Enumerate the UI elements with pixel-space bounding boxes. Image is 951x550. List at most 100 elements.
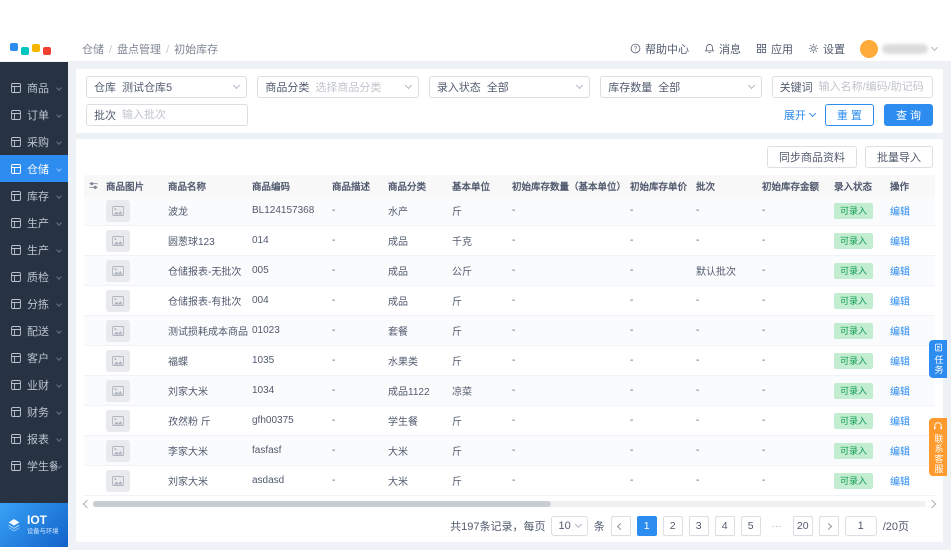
cell-category: 水果类: [388, 357, 418, 369]
edit-button[interactable]: 编辑: [890, 327, 910, 338]
page-button[interactable]: 3: [688, 516, 709, 537]
sidebar-item[interactable]: 财务: [0, 398, 68, 425]
cell-initial-price: -: [630, 415, 634, 427]
scrollbar-track[interactable]: [93, 500, 926, 507]
messages-button[interactable]: 消息: [704, 41, 741, 57]
prev-page-button[interactable]: [610, 516, 631, 537]
sidebar-item[interactable]: 商品: [0, 74, 68, 101]
edit-button[interactable]: 编辑: [890, 237, 910, 248]
sidebar-item[interactable]: 报表: [0, 425, 68, 452]
cell-initial-amount: -: [762, 385, 766, 397]
edit-button[interactable]: 编辑: [890, 417, 910, 428]
page-button[interactable]: ···: [767, 516, 787, 536]
cell-image: [106, 259, 168, 282]
edit-button[interactable]: 编辑: [890, 477, 910, 488]
sidebar-item[interactable]: 业财: [0, 371, 68, 398]
chevron-down-icon: [56, 327, 62, 334]
page-button[interactable]: 5: [740, 516, 761, 537]
app-window: 仓储 盘点管理 初始库存 ? 帮助中心 消息 应用 设置: [0, 0, 951, 550]
cell-initial-qty: -: [512, 265, 516, 277]
cell-image: [106, 289, 168, 312]
breadcrumb-item[interactable]: 盘点管理: [104, 41, 161, 57]
cell-description: -: [332, 445, 336, 457]
keyword-input[interactable]: [818, 81, 926, 93]
expand-filters-button[interactable]: 展开: [784, 107, 816, 123]
goto-page-input[interactable]: [844, 516, 877, 537]
cell-initial-qty: -: [512, 235, 516, 247]
sync-products-button[interactable]: 同步商品资料: [767, 146, 857, 168]
stock-qty-select[interactable]: 库存数量 全部: [600, 76, 762, 98]
picture-icon: [112, 355, 124, 366]
sidebar-item[interactable]: 生产: [0, 209, 68, 236]
batch-input[interactable]: [122, 109, 240, 121]
cell-entry-status: 可录入: [834, 202, 890, 219]
chevron-down-icon: [56, 219, 62, 226]
batch-import-button[interactable]: 批量导入: [865, 146, 933, 168]
edit-button[interactable]: 编辑: [890, 297, 910, 308]
cell-initial-price: -: [630, 265, 634, 277]
picture-icon: [112, 235, 124, 246]
user-menu[interactable]: [860, 39, 939, 58]
page-size-select[interactable]: 10: [551, 516, 588, 537]
sidebar-item[interactable]: 库存: [0, 182, 68, 209]
search-button[interactable]: 查 询: [883, 104, 933, 126]
column-settings-icon[interactable]: [84, 180, 106, 191]
gear-icon: [808, 43, 819, 54]
tasks-tab[interactable]: 任务: [929, 340, 947, 378]
sidebar-item[interactable]: 生产: [0, 236, 68, 263]
sidebar-item[interactable]: 分拣: [0, 290, 68, 317]
edit-button[interactable]: 编辑: [890, 357, 910, 368]
cell-description: -: [332, 295, 336, 307]
cell-initial-amount: -: [762, 295, 766, 307]
warehouse-select[interactable]: 仓库 测试仓库5: [86, 76, 248, 98]
scrollbar-thumb[interactable]: [93, 500, 552, 507]
column-header: 商品分类: [388, 181, 427, 193]
apps-button[interactable]: 应用: [756, 41, 793, 57]
entry-status-select[interactable]: 录入状态 全部: [428, 76, 591, 98]
help-center-button[interactable]: ? 帮助中心: [630, 41, 689, 57]
reset-button[interactable]: 重 置: [824, 104, 874, 126]
sidebar-item[interactable]: 采购: [0, 128, 68, 155]
cell-base-unit: 斤: [452, 357, 462, 369]
edit-button[interactable]: 编辑: [890, 447, 910, 458]
cell-product-code: asdasd: [252, 475, 285, 487]
sidebar-item[interactable]: 质检: [0, 263, 68, 290]
module-icon: [10, 217, 22, 229]
cell-category: 成品: [388, 237, 408, 249]
page-button[interactable]: 20: [792, 516, 813, 537]
brand-logo: [0, 42, 68, 55]
cell-entry-status: 可录入: [834, 412, 890, 429]
breadcrumb-item[interactable]: 仓储: [82, 41, 104, 57]
sidebar-item[interactable]: 仓储: [0, 155, 68, 182]
status-badge: 可录入: [834, 202, 874, 219]
edit-button[interactable]: 编辑: [890, 267, 910, 278]
cell-initial-amount: -: [762, 235, 766, 247]
cell-initial-amount: -: [762, 415, 766, 427]
next-page-button[interactable]: [818, 516, 839, 537]
sidebar-item[interactable]: 学生餐: [0, 452, 68, 479]
filter-row-2: 批次 展开 重 置 查 询: [86, 104, 933, 126]
contact-service-tab[interactable]: 联系客服: [929, 418, 947, 476]
column-header: 商品名称: [168, 181, 207, 193]
total-pages-label: /20页: [882, 521, 909, 534]
sidebar-item[interactable]: 客户: [0, 344, 68, 371]
chevron-down-icon: [56, 462, 62, 469]
edit-button[interactable]: 编辑: [890, 387, 910, 398]
sidebar-item[interactable]: 订单: [0, 101, 68, 128]
page-button[interactable]: 2: [662, 516, 683, 537]
scroll-left-icon[interactable]: [82, 499, 92, 508]
cell-initial-qty: -: [512, 205, 516, 217]
edit-button[interactable]: 编辑: [890, 207, 910, 218]
scroll-right-icon[interactable]: [927, 499, 937, 508]
cell-batch: -: [696, 295, 700, 307]
page-button[interactable]: 4: [714, 516, 735, 537]
page-button[interactable]: 1: [636, 516, 657, 537]
sidebar-item[interactable]: 配送: [0, 317, 68, 344]
breadcrumb-item[interactable]: 初始库存: [161, 41, 218, 57]
settings-button[interactable]: 设置: [808, 41, 845, 57]
picture-icon: [112, 385, 124, 396]
category-select[interactable]: 商品分类 选择商品分类: [257, 76, 419, 98]
cell-initial-amount: -: [762, 445, 766, 457]
chevron-down-icon: [56, 165, 62, 172]
top-actions: ? 帮助中心 消息 应用 设置: [630, 39, 951, 58]
